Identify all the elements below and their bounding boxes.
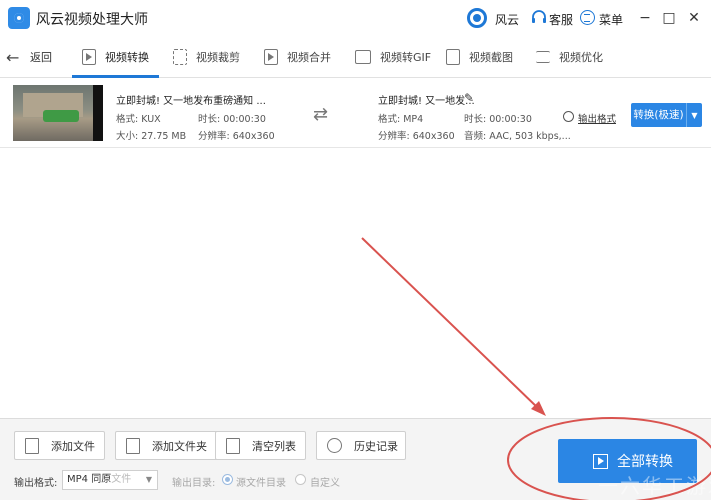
play-doc-icon xyxy=(82,49,96,65)
crop-icon xyxy=(173,49,187,65)
chevron-down-icon: ▼ xyxy=(145,475,152,484)
merge-icon xyxy=(264,49,278,65)
menu-label[interactable]: 菜单 xyxy=(599,11,623,28)
output-format-select[interactable]: MP4 同原文件 ▼ xyxy=(62,470,158,490)
source-resolution: 分辨率: 640x360 xyxy=(198,131,275,142)
app-logo-icon xyxy=(8,7,30,29)
app-title: 风云视频处理大师 xyxy=(36,12,148,28)
arrow-left-icon: ← xyxy=(6,47,20,67)
tab-label: 视频优化 xyxy=(559,51,603,64)
output-resolution: 分辨率: 640x360 xyxy=(378,131,455,142)
play-icon xyxy=(593,453,608,469)
convert-button[interactable]: 转换(极速) ▼ xyxy=(631,103,702,127)
custom-dir-label[interactable]: 自定义 xyxy=(310,474,340,489)
add-file-label: 添加文件 xyxy=(51,439,95,453)
sliders-icon xyxy=(536,51,550,63)
minimize-button[interactable]: − xyxy=(636,9,654,27)
maximize-button[interactable]: □ xyxy=(660,9,678,27)
add-folder-icon xyxy=(126,437,140,454)
headset-icon[interactable] xyxy=(531,9,547,27)
clear-list-button[interactable]: 清空列表 xyxy=(215,431,306,460)
add-file-button[interactable]: 添加文件 xyxy=(14,431,105,460)
watermark: 一六华工游戏 xyxy=(598,474,711,498)
tab-label: 视频裁剪 xyxy=(196,51,240,64)
service-label[interactable]: 客服 xyxy=(549,11,573,28)
format-ghost: 文件 xyxy=(111,474,132,485)
tab-label: 视频转换 xyxy=(105,51,149,64)
add-folder-button[interactable]: 添加文件夹 xyxy=(115,431,218,460)
tab-video-optimize[interactable]: 视频优化 xyxy=(536,36,603,78)
annotation-arrow xyxy=(361,237,541,411)
gif-icon xyxy=(355,50,371,64)
output-format-link[interactable]: 输出格式 xyxy=(578,111,616,125)
user-avatar-icon[interactable] xyxy=(467,8,487,28)
source-dir-label[interactable]: 源文件目录 xyxy=(236,474,286,489)
title-bar: 风云视频处理大师 风云 客服 菜单 − □ ✕ xyxy=(0,0,711,36)
video-thumbnail xyxy=(13,85,103,141)
format-value: MP4 同原 xyxy=(67,474,112,485)
clear-list-label: 清空列表 xyxy=(252,439,296,453)
back-label: 返回 xyxy=(30,51,52,64)
tab-label: 视频截图 xyxy=(469,51,513,64)
tab-video-screenshot[interactable]: 视频截图 xyxy=(446,36,513,78)
output-dir-label: 输出目录: xyxy=(172,478,216,489)
annotation-arrowhead xyxy=(531,401,546,416)
screenshot-icon xyxy=(446,49,460,65)
convert-all-label: 全部转换 xyxy=(617,454,673,470)
output-format: 格式: MP4 xyxy=(378,114,424,125)
source-size: 大小: 27.75 MB xyxy=(116,131,187,142)
tab-label: 视频合并 xyxy=(287,51,331,64)
radio-source-dir[interactable] xyxy=(222,474,233,485)
clock-icon xyxy=(327,438,342,453)
tab-video-to-gif[interactable]: 视频转GIF xyxy=(355,36,431,78)
tab-video-convert[interactable]: 视频转换 xyxy=(72,36,159,78)
output-format-label: 输出格式: xyxy=(14,478,58,489)
tab-label: 视频转GIF xyxy=(380,51,432,64)
back-button[interactable]: ← 返回 xyxy=(6,47,52,67)
radio-custom-dir[interactable] xyxy=(295,474,306,485)
source-format: 格式: KUX xyxy=(116,114,161,125)
source-file-title: 立即封城! 又一地发布重磅通知 ... xyxy=(116,96,266,107)
tab-video-merge[interactable]: 视频合并 xyxy=(264,36,331,78)
trash-icon xyxy=(226,437,240,454)
output-format-icon[interactable] xyxy=(563,111,574,122)
add-file-icon xyxy=(25,437,39,454)
feature-toolbar: ← 返回 视频转换 视频裁剪 视频合并 视频转GIF 视频截图 视频优化 xyxy=(0,36,711,78)
shuffle-icon: ⇄ xyxy=(313,104,329,125)
caret-down-icon[interactable]: ▼ xyxy=(687,111,702,120)
close-button[interactable]: ✕ xyxy=(685,9,703,27)
tab-video-crop[interactable]: 视频裁剪 xyxy=(173,36,240,78)
user-name[interactable]: 风云 xyxy=(495,11,519,28)
convert-label: 转换(极速) xyxy=(631,103,687,127)
pencil-edit-icon[interactable]: ✎ xyxy=(464,91,474,105)
output-duration: 时长: 00:00:30 xyxy=(464,114,532,125)
menu-icon[interactable] xyxy=(580,10,595,25)
output-file-title: 立即封城! 又一地发... xyxy=(378,96,475,107)
history-button[interactable]: 历史记录 xyxy=(316,431,406,460)
history-label: 历史记录 xyxy=(354,439,398,453)
output-audio: 音频: AAC, 503 kbps,... xyxy=(464,131,571,142)
source-duration: 时长: 00:00:30 xyxy=(198,114,266,125)
add-folder-label: 添加文件夹 xyxy=(152,439,207,453)
